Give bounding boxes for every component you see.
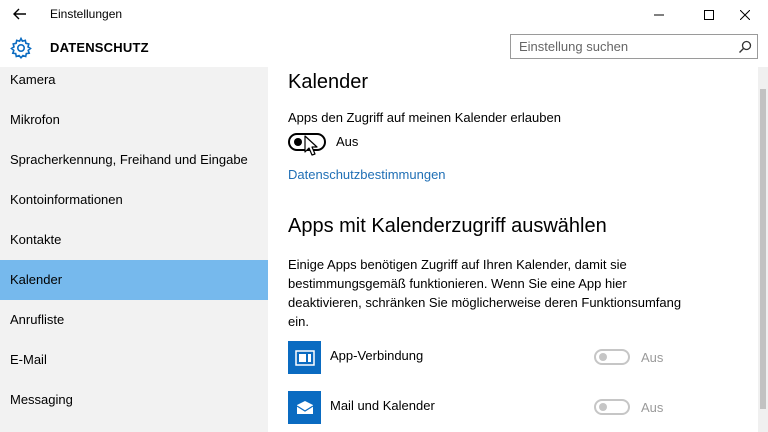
toggle-state-label: Aus [336, 134, 359, 149]
close-button[interactable] [722, 0, 768, 29]
window-title: Einstellungen [50, 7, 123, 21]
toggle-knob [294, 138, 302, 146]
mail-icon [296, 400, 313, 414]
toggle-knob [599, 353, 607, 361]
sidebar-item-email[interactable]: E-Mail [0, 340, 268, 380]
back-button[interactable] [6, 2, 34, 26]
app-access-toggle[interactable] [594, 399, 630, 415]
app-toggle-state-label: Aus [641, 350, 664, 365]
apps-section-heading: Apps mit Kalenderzugriff auswählen [288, 215, 607, 237]
app-access-toggle[interactable] [594, 349, 630, 365]
gear-icon [10, 36, 32, 60]
sidebar-item-kontoinformationen[interactable]: Kontoinformationen [0, 180, 268, 220]
section-heading: Kalender [288, 71, 369, 93]
sidebar-item-kamera[interactable]: Kamera [0, 60, 268, 100]
back-arrow-icon [13, 8, 26, 20]
toggle-knob [599, 403, 607, 411]
app-row: Mail und Kalender Aus [288, 391, 748, 425]
sidebar: Kamera Mikrofon Spracherkennung, Freihan… [0, 67, 268, 432]
maximize-icon [704, 9, 714, 20]
app-connector-icon [294, 349, 315, 366]
sidebar-item-kontakte[interactable]: Kontakte [0, 220, 268, 260]
app-name: Mail und Kalender [330, 398, 435, 413]
sidebar-item-spracherkennung[interactable]: Spracherkennung, Freihand und Eingabe [0, 140, 268, 180]
close-icon [740, 9, 750, 20]
sidebar-item-messaging[interactable]: Messaging [0, 380, 268, 420]
mail-tile [288, 391, 321, 424]
sidebar-item-mikrofon[interactable]: Mikrofon [0, 100, 268, 140]
search-box[interactable] [510, 34, 758, 59]
sidebar-item-anrufliste[interactable]: Anrufliste [0, 300, 268, 340]
app-toggle-state-label: Aus [641, 400, 664, 415]
privacy-statement-link[interactable]: Datenschutzbestimmungen [288, 167, 446, 182]
mouse-pointer-icon [304, 135, 318, 156]
page-title: DATENSCHUTZ [50, 40, 149, 55]
scrollbar[interactable] [758, 67, 768, 432]
minimize-button[interactable] [636, 0, 682, 29]
minimize-icon [654, 14, 664, 15]
app-connector-tile [288, 341, 321, 374]
allow-access-label: Apps den Zugriff auf meinen Kalender erl… [288, 110, 561, 125]
app-row: App-Verbindung Aus [288, 341, 748, 375]
search-input[interactable] [511, 35, 731, 58]
apps-description: Einige Apps benötigen Zugriff auf Ihren … [288, 257, 682, 329]
title-bar: Einstellungen [0, 0, 768, 29]
app-name: App-Verbindung [330, 348, 424, 363]
sidebar-item-kalender[interactable]: Kalender [0, 260, 268, 300]
main-content: Kalender Apps den Zugriff auf meinen Kal… [268, 67, 758, 432]
scrollbar-thumb[interactable] [760, 89, 766, 409]
search-icon[interactable] [738, 40, 752, 54]
